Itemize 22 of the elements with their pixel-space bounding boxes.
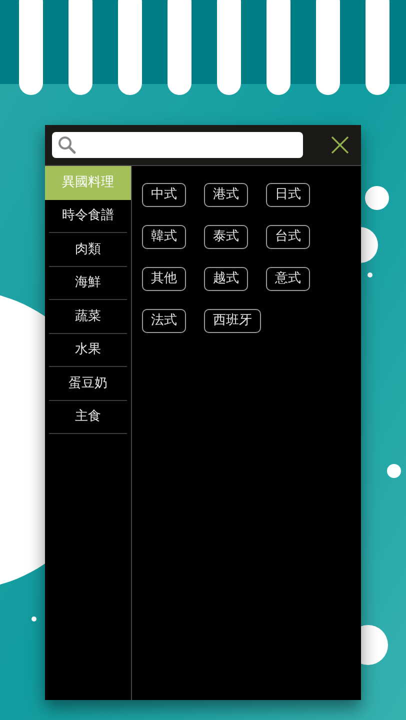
tag-chip[interactable]: 台式 [266,225,310,249]
category-item[interactable]: 肉類 [49,233,127,266]
tag-chip[interactable]: 泰式 [204,225,248,249]
tag-chip[interactable]: 韓式 [142,225,186,249]
category-item[interactable]: 主食 [49,400,127,434]
category-item[interactable]: 時令食譜 [49,200,127,233]
tag-chip[interactable]: 其他 [142,267,186,291]
search-icon [58,136,76,154]
search-field[interactable] [52,132,303,158]
tag-chip[interactable]: 港式 [204,183,248,207]
tag-chip[interactable]: 日式 [266,183,310,207]
category-item[interactable]: 蛋豆奶 [49,367,127,400]
category-item[interactable]: 海鮮 [49,266,127,300]
category-item[interactable]: 水果 [49,334,127,367]
category-item[interactable]: 蔬菜 [49,300,127,334]
tag-chip[interactable]: 法式 [142,309,186,333]
tag-chip[interactable]: 中式 [142,183,186,207]
tag-chip[interactable]: 意式 [266,267,310,291]
close-icon [331,136,349,154]
close-button[interactable] [329,134,351,156]
tag-chip[interactable]: 西班牙 [204,309,261,333]
tag-chip[interactable]: 越式 [204,267,248,291]
